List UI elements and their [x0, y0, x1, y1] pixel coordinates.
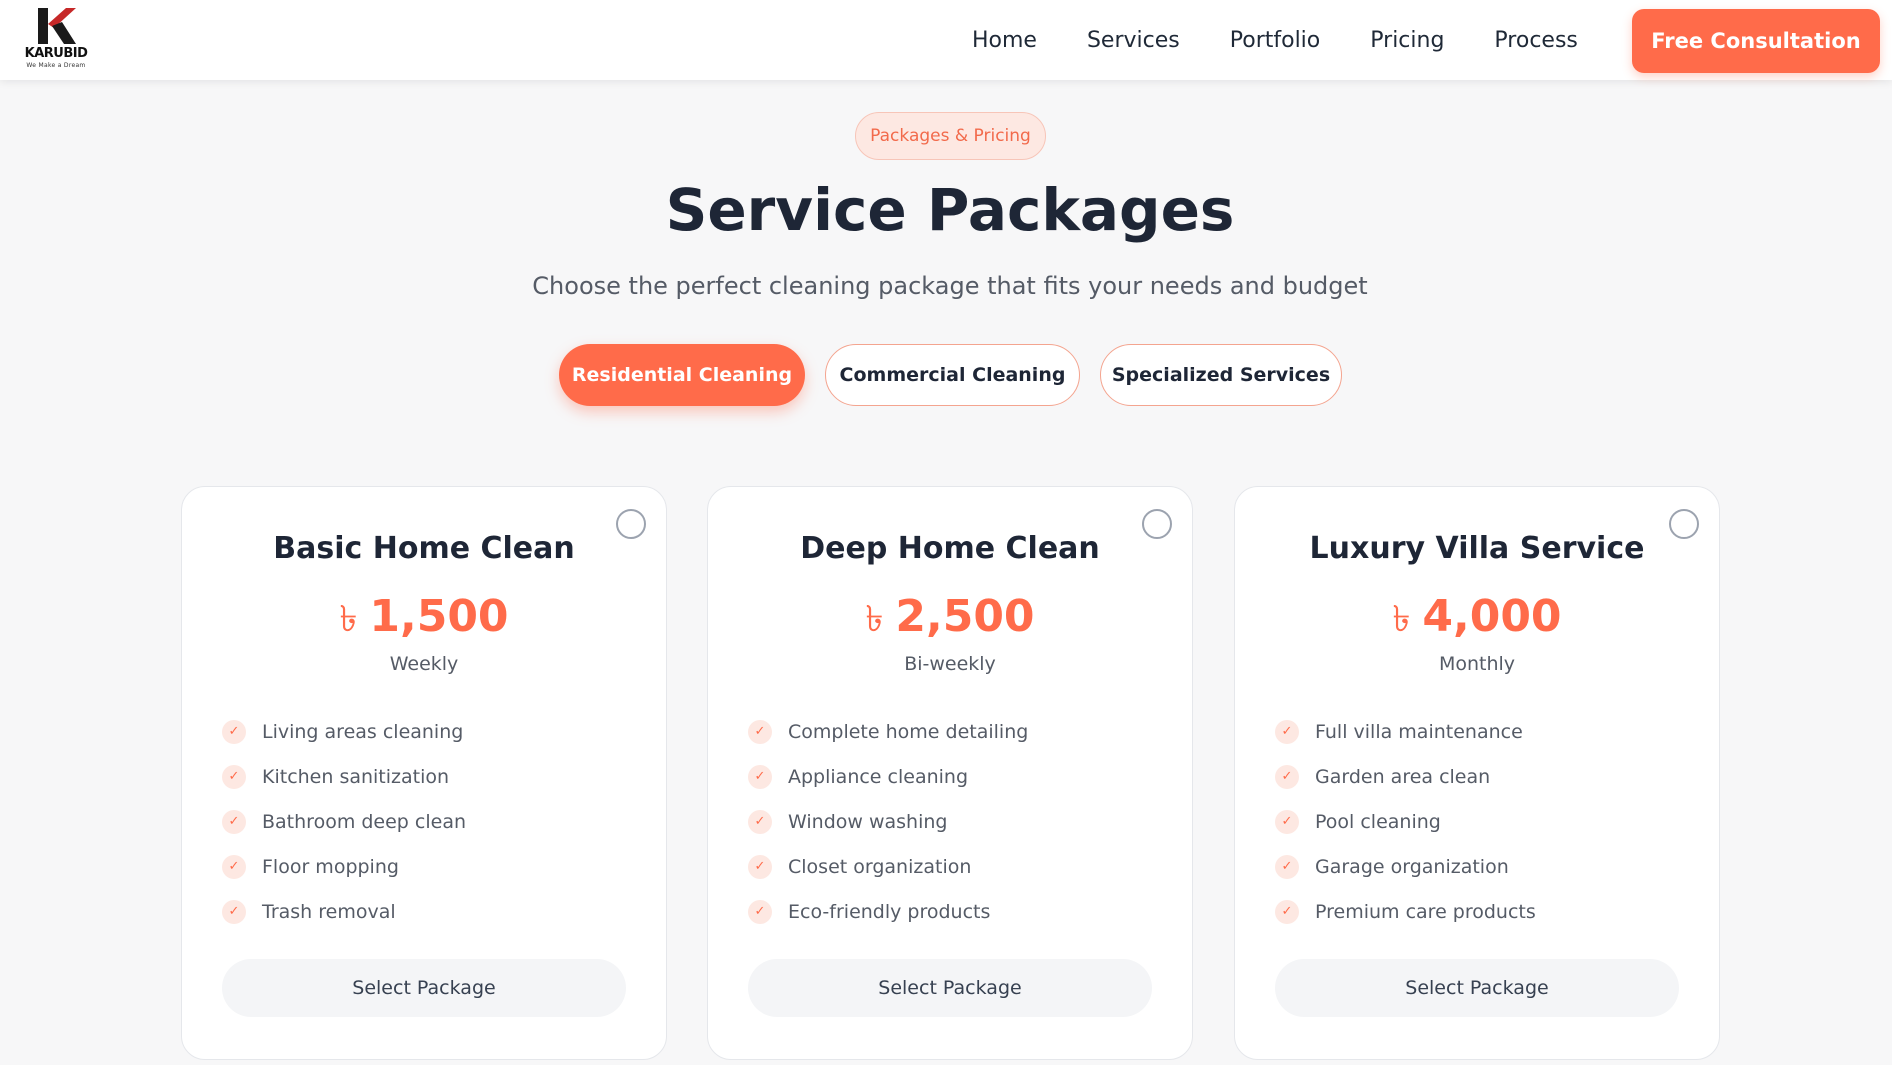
feature-item: ✓ Appliance cleaning [748, 754, 1028, 799]
price-value: 4,000 [1422, 591, 1562, 642]
feature-item: ✓ Complete home detailing [748, 709, 1028, 754]
feature-label: Eco-friendly products [788, 900, 991, 923]
package-period: Weekly [389, 653, 459, 675]
check-icon: ✓ [1275, 899, 1299, 924]
tab-residential-cleaning[interactable]: Residential Cleaning [559, 344, 805, 406]
brand-logo[interactable]: KARUBID We Make a Dream [20, 8, 92, 72]
brand-name: KARUBID [24, 46, 88, 61]
tab-commercial-cleaning[interactable]: Commercial Cleaning [825, 344, 1080, 406]
check-icon: ✓ [748, 719, 772, 744]
main-nav: Home Services Portfolio Pricing Process [972, 0, 1628, 80]
nav-home[interactable]: Home [972, 28, 1037, 53]
price-value: 2,500 [895, 591, 1035, 642]
feature-list: ✓ Living areas cleaning ✓ Kitchen sanitiza… [222, 709, 466, 934]
feature-label: Floor mopping [262, 855, 399, 878]
check-icon: ✓ [748, 854, 772, 879]
feature-label: Closet organization [788, 855, 972, 878]
feature-item: ✓ Floor mopping [222, 844, 466, 889]
package-price: ৳ 1,500 [182, 591, 666, 652]
feature-item: ✓ Living areas cleaning [222, 709, 466, 754]
nav-portfolio[interactable]: Portfolio [1230, 28, 1321, 53]
package-card-luxury[interactable]: Luxury Villa Service ৳ 4,000 Monthly ✓ Ful… [1234, 486, 1720, 1060]
site-header: KARUBID We Make a Dream Home Services Po… [0, 0, 1892, 80]
nav-process[interactable]: Process [1494, 28, 1577, 53]
package-period: Monthly [1438, 653, 1516, 675]
check-icon: ✓ [1275, 809, 1299, 834]
feature-item: ✓ Trash removal [222, 889, 466, 934]
check-icon: ✓ [222, 719, 246, 744]
nav-services[interactable]: Services [1087, 28, 1180, 53]
package-period: Bi-weekly [904, 653, 996, 675]
check-icon: ✓ [748, 809, 772, 834]
feature-label: Pool cleaning [1315, 810, 1441, 833]
package-card-deep[interactable]: Deep Home Clean ৳ 2,500 Bi-weekly ✓ Comple… [707, 486, 1193, 1060]
select-package-button[interactable]: Select Package [748, 959, 1152, 1017]
nav-pricing[interactable]: Pricing [1370, 28, 1444, 53]
logo-k-icon [38, 8, 76, 44]
section-subtitle: Choose the perfect cleaning package that… [532, 272, 1368, 300]
feature-label: Garden area clean [1315, 765, 1491, 788]
check-icon: ✓ [222, 899, 246, 924]
feature-label: Window washing [788, 810, 948, 833]
select-package-button[interactable]: Select Package [222, 959, 626, 1017]
feature-item: ✓ Pool cleaning [1275, 799, 1536, 844]
select-package-button[interactable]: Select Package [1275, 959, 1679, 1017]
feature-item: ✓ Closet organization [748, 844, 1028, 889]
package-title: Basic Home Clean [273, 531, 575, 566]
feature-label: Premium care products [1315, 900, 1536, 923]
feature-label: Garage organization [1315, 855, 1509, 878]
tab-specialized-services[interactable]: Specialized Services [1100, 344, 1342, 406]
feature-item: ✓ Kitchen sanitization [222, 754, 466, 799]
currency-symbol: ৳ [339, 599, 358, 640]
feature-list: ✓ Full villa maintenance ✓ Garden area cle… [1275, 709, 1536, 934]
free-consultation-button[interactable]: Free Consultation [1632, 9, 1880, 73]
feature-label: Living areas cleaning [262, 720, 464, 743]
check-icon: ✓ [748, 764, 772, 789]
feature-item: ✓ Bathroom deep clean [222, 799, 466, 844]
price-value: 1,500 [369, 591, 509, 642]
feature-label: Complete home detailing [788, 720, 1029, 743]
section-title: Service Packages [665, 176, 1235, 244]
check-icon: ✓ [1275, 854, 1299, 879]
package-title: Luxury Villa Service [1309, 531, 1645, 566]
feature-label: Bathroom deep clean [262, 810, 466, 833]
feature-label: Kitchen sanitization [262, 765, 450, 788]
feature-label: Trash removal [262, 900, 396, 923]
package-price: ৳ 4,000 [1235, 591, 1719, 652]
section-badge: Packages & Pricing [855, 112, 1046, 160]
check-icon: ✓ [222, 809, 246, 834]
check-icon: ✓ [1275, 764, 1299, 789]
check-icon: ✓ [222, 854, 246, 879]
feature-item: ✓ Garden area clean [1275, 754, 1536, 799]
feature-item: ✓ Premium care products [1275, 889, 1536, 934]
feature-item: ✓ Window washing [748, 799, 1028, 844]
feature-item: ✓ Garage organization [1275, 844, 1536, 889]
package-title: Deep Home Clean [800, 531, 1100, 566]
feature-item: ✓ Full villa maintenance [1275, 709, 1536, 754]
feature-list: ✓ Complete home detailing ✓ Appliance clea… [748, 709, 1028, 934]
currency-symbol: ৳ [1392, 599, 1411, 640]
package-price: ৳ 2,500 [708, 591, 1192, 652]
feature-label: Appliance cleaning [788, 765, 969, 788]
check-icon: ✓ [748, 899, 772, 924]
brand-tagline: We Make a Dream [26, 62, 86, 69]
check-icon: ✓ [1275, 719, 1299, 744]
package-card-basic[interactable]: Basic Home Clean ৳ 1,500 Weekly ✓ Living a… [181, 486, 667, 1060]
check-icon: ✓ [222, 764, 246, 789]
feature-item: ✓ Eco-friendly products [748, 889, 1028, 934]
feature-label: Full villa maintenance [1315, 720, 1523, 743]
currency-symbol: ৳ [865, 599, 884, 640]
